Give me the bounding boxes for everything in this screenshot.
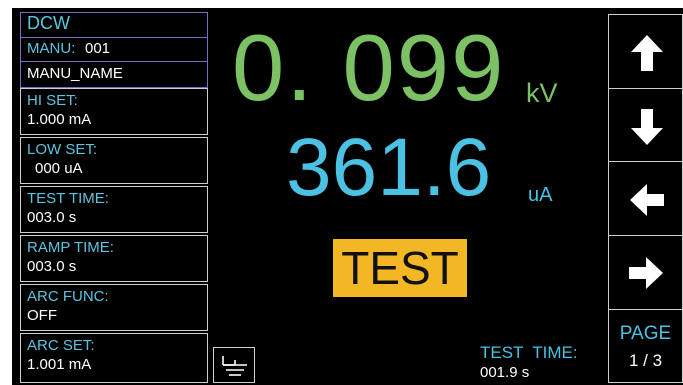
ground-button[interactable] [213,347,255,383]
hi-set-value: 1.000 mA [27,111,92,128]
instrument-screen: DCW MANU: 001 MANU_NAME HI SET: 1.000 mA… [0,0,683,385]
page-label: PAGE [619,323,672,344]
test-time-label: TEST TIME: [27,190,109,207]
mode-box: DCW [20,12,208,38]
arc-func-label: ARC FUNC: [27,288,109,305]
manu-box[interactable]: MANU: 001 [20,37,208,62]
arc-set-field[interactable]: ARC SET: 1.001 mA [20,333,208,383]
up-button[interactable] [608,14,683,89]
right-button[interactable] [608,235,683,310]
elapsed-time-label: TEST TIME: [480,343,578,362]
status-badge: TEST [333,239,467,297]
ground-icon [222,356,247,376]
arc-set-value: 1.001 mA [27,356,92,373]
elapsed-time-value: 001.9 s [480,364,530,381]
ramp-time-field[interactable]: RAMP TIME: 003.0 s [20,235,208,282]
voltage-reading: 0. 099 [232,15,506,120]
hi-set-field[interactable]: HI SET: 1.000 mA [20,88,208,135]
page-indicator: 1 / 3 [628,351,663,370]
arrow-left-icon [630,184,664,216]
ramp-time-label: RAMP TIME: [27,239,114,256]
manu-name: MANU_NAME [27,65,123,82]
manu-label: MANU: [27,40,76,57]
left-button[interactable] [608,161,683,236]
manu-number: 001 [85,40,111,57]
current-unit: uA [528,184,553,206]
low-set-value: 000 uA [35,160,83,177]
arc-func-value: OFF [27,307,57,324]
current-reading: 361.6 [286,122,492,213]
test-time-value: 003.0 s [27,209,77,226]
arc-set-label: ARC SET: [27,337,95,354]
low-set-field[interactable]: LOW SET: 000 uA [20,137,208,184]
low-set-label: LOW SET: [27,141,98,158]
manu-name-box[interactable]: MANU_NAME [20,61,208,88]
hi-set-label: HI SET: [27,92,78,109]
test-time-field[interactable]: TEST TIME: 003.0 s [20,186,208,233]
voltage-unit: kV [526,78,558,108]
arrow-down-icon [631,109,663,145]
arc-func-field[interactable]: ARC FUNC: OFF [20,284,208,331]
mode-title: DCW [27,13,70,33]
page-button[interactable]: PAGE 1 / 3 [608,309,683,383]
arrow-right-icon [629,257,663,289]
down-button[interactable] [608,88,683,162]
ramp-time-value: 003.0 s [27,258,77,275]
arrow-up-icon [631,35,663,71]
